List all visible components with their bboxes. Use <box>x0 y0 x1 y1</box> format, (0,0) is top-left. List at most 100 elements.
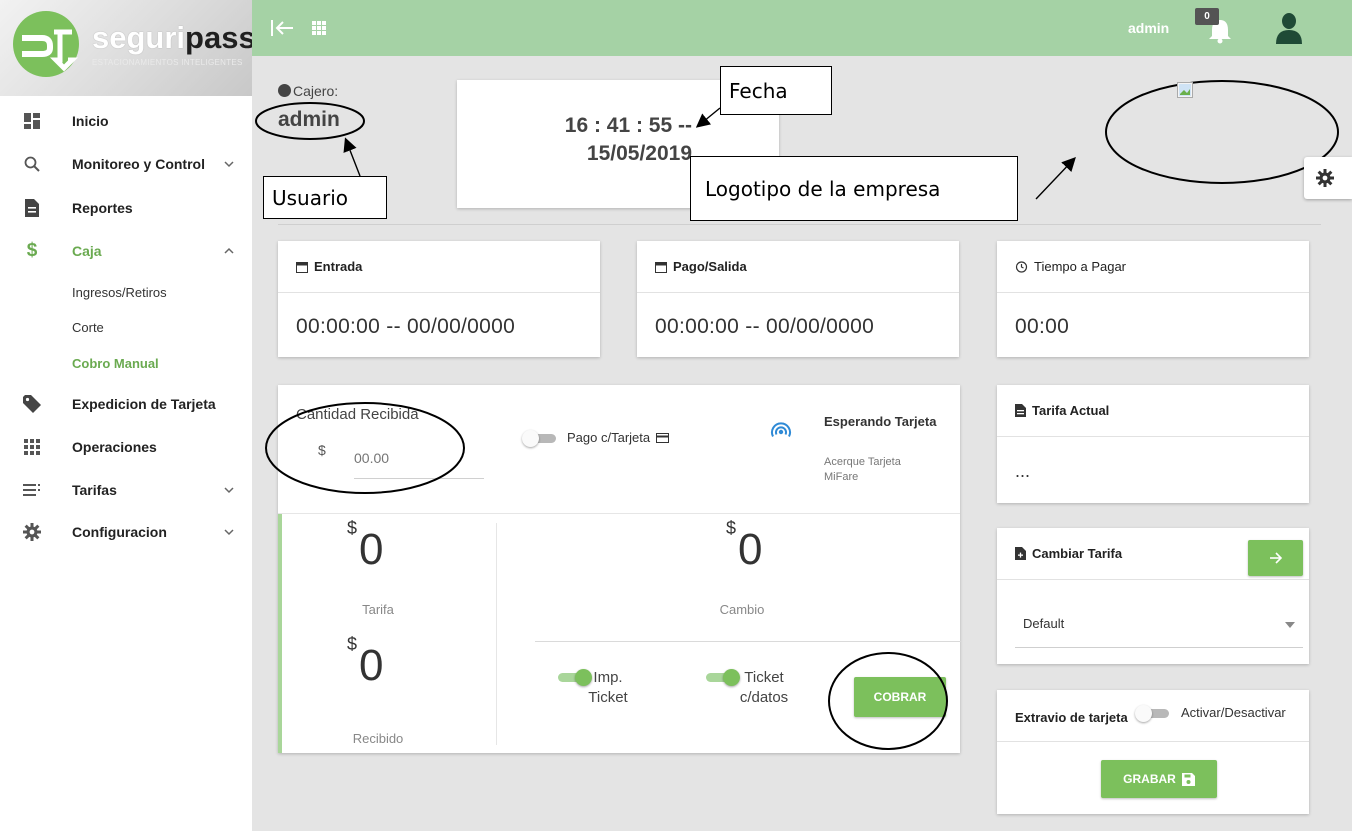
sidebar-subitem-corte[interactable]: Corte <box>72 320 104 335</box>
annotation-fecha: Fecha <box>720 66 832 115</box>
document-plus-icon <box>1015 547 1026 560</box>
tiempo-header: Tiempo a Pagar <box>997 241 1309 293</box>
search-icon <box>22 154 42 174</box>
grabar-button[interactable]: GRABAR <box>1101 760 1217 798</box>
cambiar-tarifa-card: Cambiar Tarifa Default <box>997 528 1309 664</box>
pago-salida-card: Pago/Salida 00:00:00 -- 00/00/0000 <box>637 241 959 357</box>
top-username[interactable]: admin <box>1128 20 1169 36</box>
nfc-icon <box>771 422 791 437</box>
sidebar-item-label: Configuracion <box>72 524 167 540</box>
apply-tarifa-button[interactable] <box>1248 540 1303 576</box>
sidebar-item-label: Expedicion de Tarjeta <box>72 396 216 412</box>
list-icon <box>22 480 42 500</box>
credit-card-icon <box>655 433 669 443</box>
payment-vertical-divider <box>496 523 497 745</box>
sidebar-item-label: Operaciones <box>72 439 157 455</box>
extravio-card: Extravio de tarjeta Activar/Desactivar G… <box>997 690 1309 814</box>
tarifa-actual-value: ... <box>1015 461 1031 481</box>
user-avatar-icon[interactable] <box>1274 12 1304 44</box>
sidebar-item-label: Reportes <box>72 200 133 216</box>
sidebar-item-reportes[interactable]: Reportes <box>0 188 252 228</box>
sidebar-item-monitoreo[interactable]: Monitoreo y Control <box>0 144 252 184</box>
tarifa-amount: $0 <box>347 518 384 574</box>
annotation-logo: Logotipo de la empresa <box>690 156 1018 221</box>
cobrar-button[interactable]: COBRAR <box>854 677 946 717</box>
sidebar-item-inicio[interactable]: Inicio <box>0 101 252 141</box>
sidebar-item-configuracion[interactable]: Configuracion <box>0 512 252 552</box>
annotation-ellipse-user <box>255 102 365 140</box>
tarifa-select[interactable]: Default <box>1015 600 1303 648</box>
cambio-caption: Cambio <box>719 602 765 617</box>
gear-icon <box>22 522 42 542</box>
sidebar-subitem-ingresos[interactable]: Ingresos/Retiros <box>72 285 167 300</box>
tarifa-caption: Tarifa <box>362 602 394 617</box>
brand-tagline: ESTACIONAMIENTOS INTELIGENTES <box>92 58 243 67</box>
tarifa-actual-card: Tarifa Actual ... <box>997 385 1309 503</box>
sidebar-item-tarifas[interactable]: Tarifas <box>0 470 252 510</box>
ticket-data-label: Ticket c/datos <box>739 669 789 706</box>
extravio-toggle-label: Activar/Desactivar <box>1181 705 1286 720</box>
alarm-icon <box>1015 261 1028 273</box>
logo-mark-icon <box>13 11 79 77</box>
cashier-label: Cajero: <box>278 83 338 99</box>
chevron-up-icon <box>224 247 234 254</box>
print-ticket-label: Imp. Ticket <box>588 669 628 706</box>
sidebar-item-label: Caja <box>72 243 102 259</box>
calendar-icon <box>655 261 667 273</box>
notification-badge: 0 <box>1195 8 1219 25</box>
sidebar-subitem-cobro-manual[interactable]: Cobro Manual <box>72 356 159 371</box>
chevron-down-icon <box>224 161 234 168</box>
recibido-amount: $0 <box>347 634 384 690</box>
payment-card: Cantidad Recibida $ Pago c/Tarjeta Esper… <box>265 385 961 753</box>
tarifa-actual-header: Tarifa Actual <box>997 385 1309 437</box>
tiempo-card: Tiempo a Pagar 00:00 <box>997 241 1309 357</box>
brand-name: seguripass <box>92 20 252 55</box>
sidebar-item-operaciones[interactable]: Operaciones <box>0 427 252 467</box>
received-label: Cantidad Recibida <box>296 406 419 423</box>
card-status-hint: Acerque Tarjeta MiFare <box>824 456 901 483</box>
sidebar-item-expedicion[interactable]: Expedicion de Tarjeta <box>0 384 252 424</box>
main-content: Cajero: admin 16 : 41 : 55 -- 15/05/2019… <box>252 56 1352 831</box>
payment-divider <box>278 513 960 514</box>
calendar-icon <box>296 261 308 273</box>
sidebar-item-caja[interactable]: $ Caja <box>0 231 252 271</box>
extravio-toggle[interactable] <box>1135 705 1171 722</box>
pago-salida-value: 00:00:00 -- 00/00/0000 <box>655 315 875 338</box>
received-amount-input[interactable] <box>354 437 484 479</box>
broken-image-icon <box>1179 84 1191 96</box>
tag-icon <box>22 394 42 414</box>
brand-logo[interactable]: seguripass ESTACIONAMIENTOS INTELIGENTES <box>0 0 252 96</box>
document-icon <box>1015 404 1026 417</box>
settings-tab[interactable] <box>1304 157 1352 199</box>
tarifa-select-value: Default <box>1023 616 1065 631</box>
clock-time: 16 : 41 : 55 -- <box>564 114 692 137</box>
apps-icon <box>22 437 42 457</box>
gear-icon <box>1316 169 1334 187</box>
clock-date: 15/05/2019 <box>586 142 692 165</box>
user-circle-icon <box>278 84 291 97</box>
entrada-header: Entrada <box>278 241 600 293</box>
chevron-down-icon <box>224 529 234 536</box>
options-divider <box>535 641 961 642</box>
dashboard-icon <box>22 111 42 131</box>
company-logo-image <box>1177 82 1193 98</box>
received-currency: $ <box>318 442 326 458</box>
entrada-value: 00:00:00 -- 00/00/0000 <box>296 315 516 338</box>
extravio-title: Extravio de tarjeta <box>1015 710 1128 725</box>
apps-icon[interactable] <box>312 21 326 35</box>
recibido-caption: Recibido <box>352 731 404 746</box>
extravio-header: Extravio de tarjeta Activar/Desactivar <box>997 690 1309 742</box>
card-payment-label: Pago c/Tarjeta <box>567 430 669 445</box>
sidebar-item-label: Inicio <box>72 113 109 129</box>
card-payment-toggle[interactable] <box>522 430 558 447</box>
chevron-down-icon <box>224 487 234 494</box>
collapse-sidebar-icon[interactable] <box>270 18 294 38</box>
dollar-icon: $ <box>26 240 38 261</box>
sidebar-item-label: Monitoreo y Control <box>72 156 205 172</box>
top-bar: admin 0 <box>252 0 1352 56</box>
cambio-amount: $0 <box>726 518 763 574</box>
sidebar: seguripass ESTACIONAMIENTOS INTELIGENTES… <box>0 0 252 831</box>
entrada-card: Entrada 00:00:00 -- 00/00/0000 <box>278 241 600 357</box>
document-icon <box>22 198 42 218</box>
arrow-right-icon <box>1269 552 1282 564</box>
